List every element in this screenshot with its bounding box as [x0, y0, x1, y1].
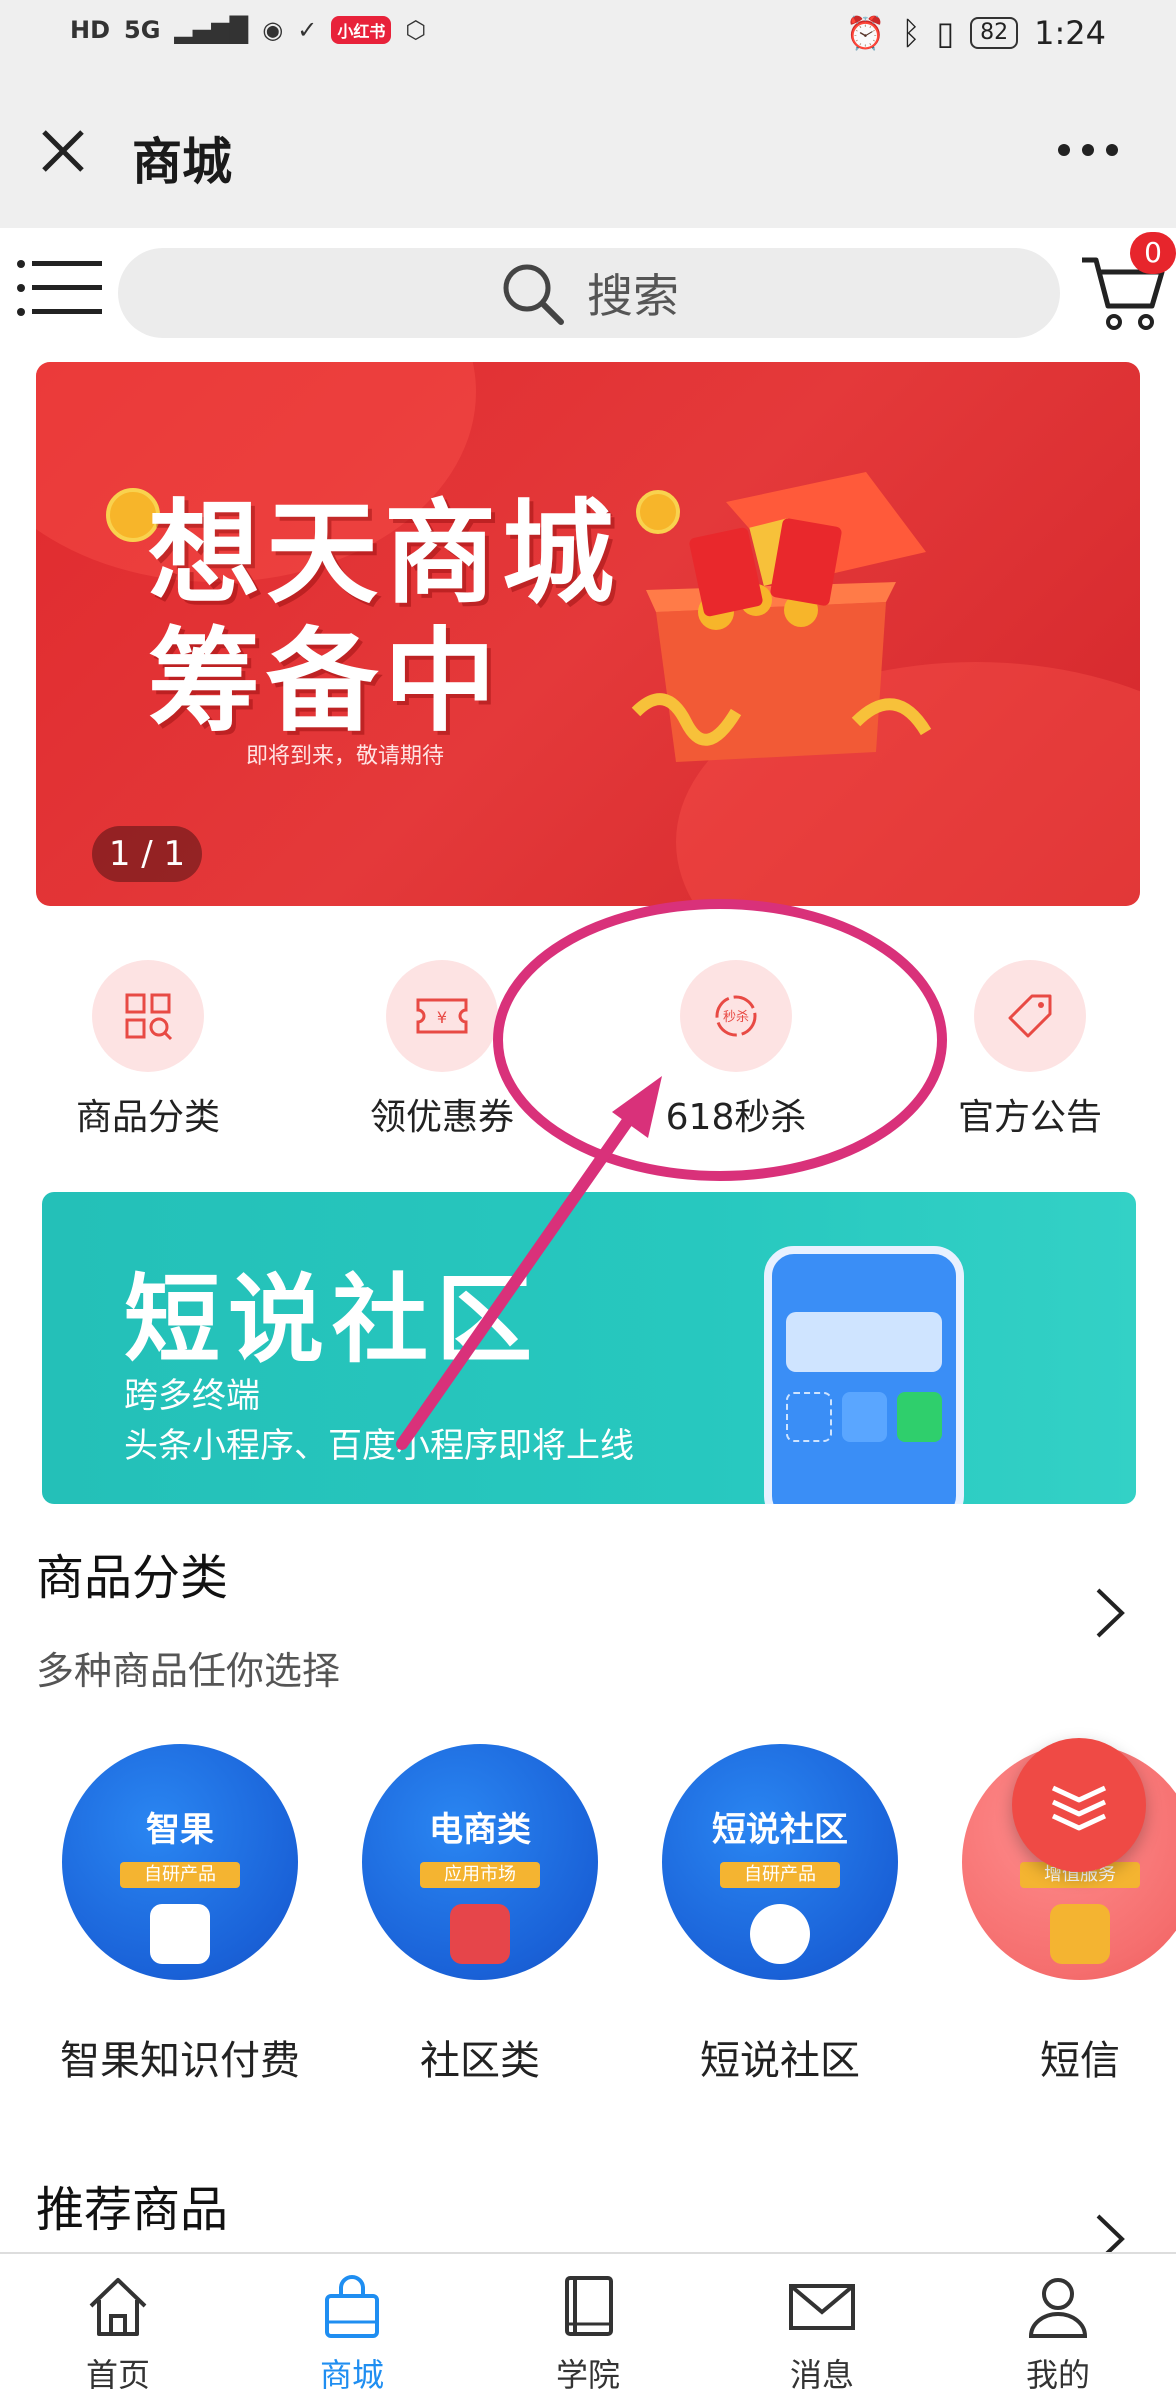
top-header-area: HD 5G ▂▄▆█ ◉ ✓ 小红书 ⬡ ⏰ ᛒ ▯ 82 1:24 商城: [0, 0, 1176, 228]
book-icon: [565, 2276, 613, 2336]
category-section-title: 商品分类: [36, 1550, 229, 1606]
category-section-subtitle: 多种商品任你选择: [36, 1649, 341, 1693]
category-name: 短说社区: [700, 2038, 860, 2084]
fish-logo-icon: [750, 1904, 810, 1964]
tab-label: 消息: [789, 2356, 854, 2394]
category-ball-tag: 应用市场: [420, 1862, 540, 1888]
mail-icon: [789, 2284, 855, 2330]
page-title: 商城: [132, 133, 232, 191]
recommend-section-title: 推荐商品: [36, 2182, 229, 2238]
flash-sale-icon-text: 秒杀: [723, 1010, 749, 1025]
xiaohongshu-icon: 小红书: [331, 16, 392, 44]
shopping-bag-icon: [325, 2275, 379, 2338]
message-logo-icon: [1050, 1904, 1110, 1964]
search-icon: [503, 264, 564, 325]
quick-entry-flash-sale[interactable]: 秒杀 618秒杀: [616, 940, 856, 1140]
quick-entry-label: 领优惠券: [369, 1097, 514, 1138]
quick-entry-announcement[interactable]: 官方公告: [910, 940, 1150, 1140]
category-ball-title: 智果: [146, 1810, 214, 1850]
tab-label: 我的: [1025, 2356, 1090, 2394]
category-item[interactable]: 智果 自研产品 智果知识付费: [30, 1738, 330, 2086]
layers-icon: [1051, 1785, 1107, 1831]
wechat-icon: ◉: [262, 16, 284, 44]
search-input[interactable]: 搜索: [118, 248, 1060, 338]
bottom-tab-bar: 首页 商城 学院 消息 我的: [0, 2252, 1176, 2400]
category-ball-tag: 自研产品: [720, 1862, 840, 1888]
battery-indicator: 82: [970, 17, 1019, 49]
tab-label: 学院: [555, 2356, 620, 2394]
status-bar: HD 5G ▂▄▆█ ◉ ✓ 小红书 ⬡ ⏰ ᛒ ▯ 82 1:24: [0, 0, 1176, 70]
promo-title: 短说社区: [124, 1264, 540, 1376]
vibrate-icon: ▯: [936, 14, 955, 52]
category-logo: 短说社区 自研产品: [662, 1744, 898, 1980]
promo-banner[interactable]: 短说社区 跨多终端 头条小程序、百度小程序即将上线: [42, 1192, 1136, 1504]
hero-title: 想天商城 筹备中: [148, 490, 620, 746]
close-icon[interactable]: [38, 126, 88, 176]
category-logo: 智果 自研产品: [62, 1744, 298, 1980]
category-ball-title: 电商类: [429, 1810, 531, 1850]
category-carousel: 智果 自研产品 智果知识付费 电商类 应用市场 社区类 短说社区 自研产品 短说…: [0, 1738, 1176, 2098]
hd-indicator: HD: [70, 16, 111, 44]
promo-line2: 头条小程序、百度小程序即将上线: [124, 1426, 634, 1466]
chevron-right-icon[interactable]: [1092, 1584, 1128, 1642]
category-ball-title: 短说社区: [712, 1810, 848, 1850]
category-name: 社区类: [420, 2038, 540, 2084]
category-logo: 电商类 应用市场: [362, 1744, 598, 1980]
search-placeholder: 搜索: [587, 269, 679, 323]
signal-bars-icon: ▂▄▆█: [174, 16, 249, 44]
bluetooth-icon: ᛒ: [901, 14, 921, 52]
hero-banner[interactable]: 想天商城 筹备中 即将到来，敬请期待 1 / 1: [36, 362, 1140, 906]
check-icon: ✓: [297, 16, 318, 44]
flash-sale-icon: 秒杀: [680, 960, 792, 1072]
floating-menu-button[interactable]: [1012, 1738, 1146, 1872]
quick-entry-label: 官方公告: [957, 1097, 1102, 1138]
hero-subtitle: 即将到来，敬请期待: [246, 744, 445, 769]
signal-5g-indicator: 5G: [124, 16, 161, 44]
svg-text:¥: ¥: [437, 1008, 447, 1027]
quick-entry-label: 商品分类: [75, 1097, 220, 1138]
quick-entries: 商品分类 ¥ 领优惠券 秒杀 618秒杀 官方公告: [0, 940, 1176, 1140]
quick-entry-coupon[interactable]: ¥ 领优惠券: [322, 940, 562, 1140]
title-bar: 商城: [0, 100, 1176, 200]
tab-mall[interactable]: 商城: [272, 2272, 432, 2396]
user-icon: [1028, 2278, 1088, 2338]
tab-academy[interactable]: 学院: [508, 2272, 668, 2396]
hero-title-line2: 筹备中: [148, 617, 502, 747]
gift-box-icon: [631, 472, 932, 762]
quick-entry-category[interactable]: 商品分类: [28, 940, 268, 1140]
status-right: ⏰ ᛒ ▯ 82 1:24: [845, 14, 1106, 52]
tab-label: 首页: [85, 2356, 150, 2394]
banner-pager: 1 / 1: [92, 826, 202, 882]
quick-entry-label: 618秒杀: [665, 1097, 807, 1138]
tab-label: 商城: [319, 2356, 384, 2394]
category-item[interactable]: 电商类 应用市场 社区类: [330, 1738, 630, 2086]
home-icon: [89, 2278, 147, 2336]
tab-profile[interactable]: 我的: [978, 2272, 1138, 2396]
coupon-icon: ¥: [386, 960, 498, 1072]
more-icon[interactable]: [1058, 144, 1118, 156]
menu-icon[interactable]: [16, 258, 104, 318]
status-left: HD 5G ▂▄▆█ ◉ ✓ 小红书 ⬡: [70, 16, 426, 44]
category-ball-tag: 自研产品: [120, 1862, 240, 1888]
tag-icon: [974, 960, 1086, 1072]
category-item[interactable]: 短说社区 自研产品 短说社区: [630, 1738, 930, 2086]
clock: 1:24: [1034, 14, 1106, 52]
cart-count-badge: 0: [1130, 232, 1176, 274]
category-name: 智果知识付费: [60, 2038, 300, 2084]
category-name: 短信: [1040, 2038, 1120, 2084]
alarm-icon: ⏰: [845, 14, 886, 52]
search-row: 搜索 0: [0, 228, 1176, 348]
app-notification-icon: ⬡: [405, 16, 427, 44]
hero-title-line1: 想天商城: [148, 489, 620, 619]
promo-line1: 跨多终端: [124, 1376, 260, 1416]
phone-illustration: [764, 1246, 964, 1504]
orange-logo-icon: [150, 1904, 210, 1964]
category-icon: [92, 960, 204, 1072]
tab-home[interactable]: 首页: [38, 2272, 198, 2396]
tab-messages[interactable]: 消息: [742, 2272, 902, 2396]
shop-logo-icon: [450, 1904, 510, 1964]
